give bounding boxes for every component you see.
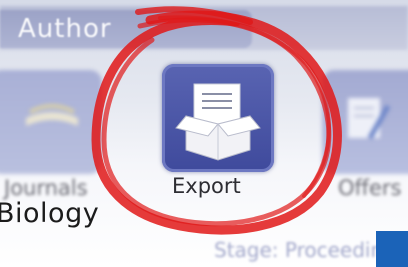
export-label: Export xyxy=(172,174,241,198)
offers-label: Offers xyxy=(338,176,402,200)
header-title: Author xyxy=(18,14,112,44)
subject-text: Biology xyxy=(0,198,100,229)
offers-pen-icon xyxy=(348,98,391,140)
book-icon xyxy=(26,104,78,126)
journals-label: Journals xyxy=(4,176,88,200)
accent-button[interactable] xyxy=(376,231,408,267)
export-box-icon xyxy=(175,83,261,161)
screenshot-crop: Author Journals Export Offers Biology St… xyxy=(0,0,408,267)
